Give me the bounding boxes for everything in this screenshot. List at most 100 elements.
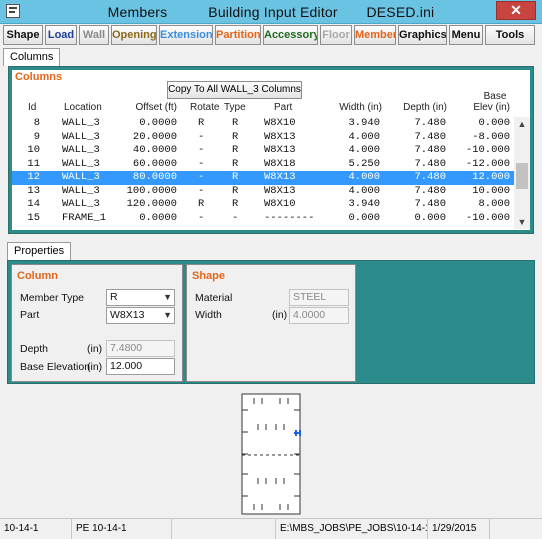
wall-button[interactable]: Wall bbox=[79, 25, 109, 45]
material-label: Material bbox=[195, 292, 233, 304]
status-project: PE 10-14-1 bbox=[72, 519, 172, 539]
extension-button[interactable]: Extension bbox=[159, 25, 213, 45]
material-field: STEEL bbox=[289, 289, 349, 306]
cell-type: - bbox=[232, 211, 239, 224]
table-row[interactable]: 12 WALL_3 80.0000 - R W8X13 4.000 7.480 12.000 bbox=[12, 171, 514, 185]
cell-offset: 80.0000 bbox=[132, 171, 177, 183]
cell-depth: 7.480 bbox=[414, 117, 446, 129]
close-button[interactable]: ✕ bbox=[496, 1, 536, 20]
cell-depth: 7.480 bbox=[414, 184, 446, 197]
columns-grid: Columns Copy To All WALL_3 Columns Id Lo… bbox=[12, 70, 530, 230]
part-select[interactable]: W8X13 ▼ bbox=[106, 307, 175, 324]
tools-button[interactable]: Tools bbox=[485, 25, 535, 45]
chevron-down-icon: ▼ bbox=[163, 310, 172, 320]
title-members: Members bbox=[107, 4, 168, 20]
header-depth: Depth (in) bbox=[403, 102, 447, 113]
table-row[interactable]: 8 WALL_3 0.0000 R R W8X10 3.940 7.480 0.000 bbox=[12, 117, 514, 131]
cell-width: 4.000 bbox=[348, 184, 380, 197]
opening-button[interactable]: Opening bbox=[111, 25, 157, 45]
accessory-button[interactable]: Accessory bbox=[263, 25, 318, 45]
status-extra bbox=[490, 519, 542, 539]
cell-offset: 40.0000 bbox=[132, 144, 177, 156]
status-date: 1/29/2015 bbox=[428, 519, 490, 539]
cell-offset: 20.0000 bbox=[132, 130, 177, 143]
status-path: E:\MBS_JOBS\PE_JOBS\10-14-1 bbox=[276, 519, 428, 539]
cell-part: W8X18 bbox=[264, 157, 296, 170]
cell-base: -10.000 bbox=[465, 144, 510, 156]
table-row[interactable]: 15 FRAME_1 0.0000- - -------- 0.000 0.000 -10.0… bbox=[12, 212, 514, 226]
cell-base: -8.000 bbox=[472, 130, 510, 143]
grid-scrollbar[interactable]: ▲ ▼ bbox=[514, 117, 530, 229]
cell-rotate: R bbox=[198, 117, 205, 129]
member-type-label: Member Type bbox=[20, 292, 84, 304]
status-job: 10-14-1 bbox=[0, 519, 72, 539]
cell-width: 4.000 bbox=[348, 144, 380, 156]
header-base: Base bbox=[483, 91, 507, 102]
shape-button[interactable]: Shape bbox=[3, 25, 43, 45]
depth-label: Depth bbox=[20, 343, 49, 355]
menu-button[interactable]: Menu bbox=[449, 25, 483, 45]
properties-panel: Column Member Type R ▼ Part W8X13 ▼ Dept… bbox=[7, 260, 535, 384]
width-label: Width bbox=[195, 309, 222, 321]
base-elevation-label: Base Elevation bbox=[20, 361, 91, 373]
column-group: Column Member Type R ▼ Part W8X13 ▼ Dept… bbox=[11, 264, 183, 382]
scroll-up-icon[interactable]: ▲ bbox=[514, 117, 530, 131]
cell-type: R bbox=[232, 184, 239, 197]
member-button[interactable]: Member bbox=[354, 25, 396, 45]
cell-type: R bbox=[232, 130, 239, 143]
cell-type: R bbox=[232, 171, 239, 183]
part-label: Part bbox=[20, 309, 40, 321]
cell-part: -------- bbox=[264, 211, 315, 224]
cell-depth: 7.480 bbox=[414, 171, 446, 183]
tab-properties[interactable]: Properties bbox=[7, 242, 72, 260]
header-location: Location bbox=[64, 102, 102, 113]
floor-button[interactable]: Floor bbox=[320, 25, 352, 45]
table-row[interactable]: 10 WALL_3 40.0000 - R W8X13 4.000 7.480 -10.000 bbox=[12, 144, 514, 158]
header-part: Part bbox=[274, 102, 293, 113]
cell-rotate: - bbox=[198, 157, 205, 170]
cell-rotate: R bbox=[198, 198, 205, 210]
base-elevation-input[interactable]: 12.000 bbox=[106, 358, 175, 375]
cell-id: 11 bbox=[27, 157, 40, 170]
cell-width: 5.250 bbox=[348, 157, 380, 170]
cell-location: WALL_3 bbox=[62, 157, 100, 170]
scroll-down-icon[interactable]: ▼ bbox=[514, 215, 530, 229]
cell-depth: 0.000 bbox=[414, 211, 446, 224]
copy-to-all-button[interactable]: Copy To All WALL_3 Columns bbox=[167, 81, 302, 99]
column-group-title: Column bbox=[17, 270, 58, 282]
cell-rotate: - bbox=[198, 130, 205, 143]
cell-part: W8X13 bbox=[264, 144, 296, 156]
toolbar: Shape Load Wall Opening Extension Partit… bbox=[3, 25, 539, 46]
cell-location: WALL_3 bbox=[62, 144, 100, 156]
cell-depth: 7.480 bbox=[414, 198, 446, 210]
partition-button[interactable]: Partition bbox=[215, 25, 261, 45]
cell-width: 3.940 bbox=[348, 117, 380, 129]
table-row[interactable]: 11 WALL_3 60.0000 - R W8X18 5.250 7.480 -12.000 bbox=[12, 158, 514, 172]
cell-offset: 0.0000 bbox=[139, 211, 177, 224]
cell-type: R bbox=[232, 198, 239, 210]
cell-base: 0.000 bbox=[478, 117, 510, 129]
scroll-thumb[interactable] bbox=[516, 163, 528, 189]
table-row[interactable]: 9 WALL_3 20.0000 - R W8X13 4.000 7.480 -8.000 bbox=[12, 131, 514, 145]
cell-part: W8X10 bbox=[264, 117, 296, 129]
cell-location: WALL_3 bbox=[62, 184, 100, 197]
load-button[interactable]: Load bbox=[45, 25, 77, 45]
table-row[interactable]: 13 WALL_3 100.0000 - R W8X13 4.000 7.480 10.000 bbox=[12, 185, 514, 199]
table-row[interactable]: 14 WALL_3 120.0000 R R W8X10 3.940 7.480 8.000 bbox=[12, 198, 514, 212]
cell-id: 14 bbox=[27, 198, 40, 210]
cell-type: R bbox=[232, 144, 239, 156]
member-type-select[interactable]: R ▼ bbox=[106, 289, 175, 306]
header-rotate: Rotate bbox=[190, 102, 220, 113]
cell-width: 0.000 bbox=[348, 211, 380, 224]
graphics-button[interactable]: Graphics bbox=[398, 25, 447, 45]
cell-base: 12.000 bbox=[472, 171, 510, 183]
shape-group: Shape Material STEEL Width (in) 4.0000 bbox=[186, 264, 356, 382]
cell-offset: 0.0000 bbox=[139, 117, 177, 129]
window-title: Members Building Input Editor DESED.ini bbox=[0, 4, 542, 20]
header-id: Id bbox=[28, 102, 37, 113]
cell-base: -10.000 bbox=[465, 211, 510, 224]
cell-offset: 60.0000 bbox=[132, 157, 177, 170]
cell-base: 8.000 bbox=[478, 198, 510, 210]
tab-columns[interactable]: Columns bbox=[3, 48, 61, 66]
cell-depth: 7.480 bbox=[414, 157, 446, 170]
